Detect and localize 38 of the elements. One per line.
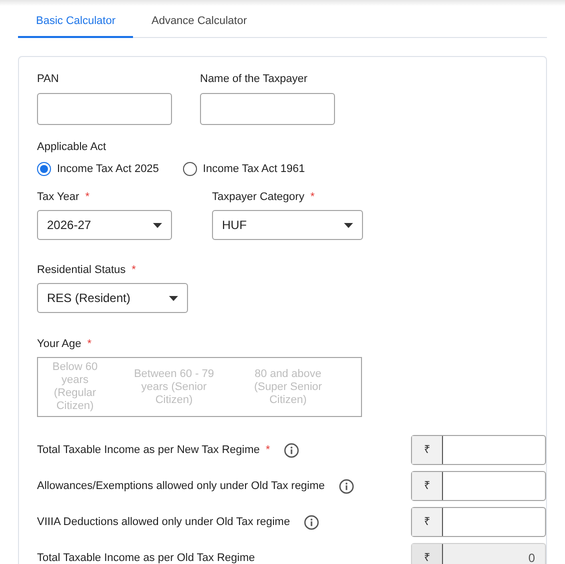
field-label: PAN (37, 72, 59, 87)
field-label: Applicable Act (37, 140, 106, 155)
required-asterisk: * (85, 190, 90, 205)
caret-icon (344, 222, 353, 228)
field-label: Your Age (37, 337, 82, 352)
tab[interactable]: Basic Calculator (18, 6, 134, 38)
caret-icon (153, 222, 162, 228)
caret-icon (169, 296, 178, 300)
info-icon (284, 442, 300, 458)
dropdown-select[interactable]: RES (Resident) (37, 283, 188, 313)
field-label: Taxpayer Category (212, 190, 304, 205)
required-asterisk: * (266, 442, 270, 458)
radio-option[interactable]: Income Tax Act 2025 (37, 159, 159, 179)
dropdown-select[interactable]: HUF (212, 210, 363, 240)
info-icon (338, 478, 354, 494)
required-asterisk: * (310, 190, 315, 205)
field-label: Name of the Taxpayer (200, 72, 308, 87)
currency-symbol: ₹ (412, 508, 443, 536)
currency-symbol: ₹ (412, 472, 443, 500)
required-asterisk: * (132, 263, 136, 278)
amount-input[interactable]: ₹ (411, 435, 546, 465)
radio-option[interactable]: Income Tax Act 1961 (182, 159, 305, 179)
required-asterisk: * (87, 337, 92, 352)
field-label: Residential Status (37, 263, 126, 278)
dropdown-select[interactable]: 2026-27 (37, 210, 172, 240)
field-label: VIIIA Deductions allowed only under Old Tax regime (37, 514, 290, 530)
amount-input[interactable]: ₹ (411, 507, 546, 537)
text-input[interactable] (200, 93, 335, 125)
field-label: Allowances/Exemptions allowed only under Old Tax regime (37, 478, 325, 494)
text-input[interactable] (37, 93, 172, 125)
currency-symbol: ₹ (412, 436, 443, 464)
amount-input[interactable]: ₹ (411, 471, 546, 501)
info-icon (304, 514, 319, 530)
field-label: Tax Year (37, 190, 80, 205)
field-label: Total Taxable Income as per Old Tax Regime (37, 550, 255, 564)
currency-symbol: ₹ (412, 544, 443, 564)
field-label: Total Taxable Income as per New Tax Regime (37, 442, 260, 458)
tab[interactable]: Advance Calculator (133, 6, 265, 38)
